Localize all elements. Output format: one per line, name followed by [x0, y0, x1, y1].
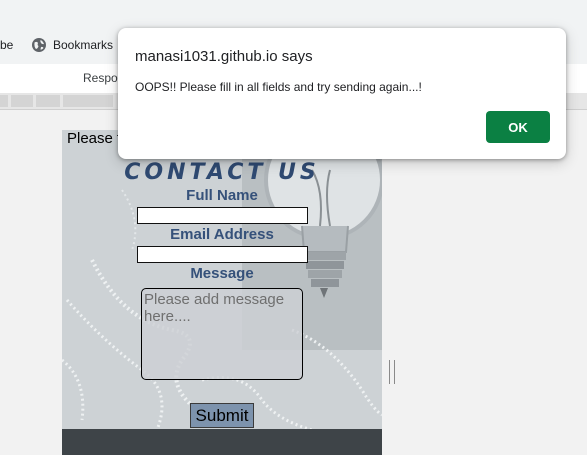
bookmark-item-partial[interactable]: be — [0, 38, 13, 52]
bookmarks-folder[interactable]: Bookmarks — [31, 37, 113, 53]
ruler-segment[interactable] — [0, 95, 8, 107]
alert-dialog: manasi1031.github.io says OOPS!! Please … — [118, 28, 566, 159]
footer-band — [62, 429, 382, 455]
name-label: Full Name — [186, 187, 258, 204]
viewport-resize-handle[interactable] — [389, 360, 395, 384]
globe-icon — [32, 38, 46, 52]
ruler-segment[interactable] — [36, 95, 60, 107]
alert-message: OOPS!! Please fill in all fields and try… — [135, 80, 422, 94]
page-viewport: Please f CONTACT US Full Name Email Addr… — [62, 130, 382, 455]
page-status-message: Please f — [67, 130, 122, 147]
ruler-segment[interactable] — [11, 95, 33, 107]
responsive-dropdown[interactable]: Respor — [83, 71, 122, 85]
ruler-segment[interactable] — [63, 95, 113, 107]
page-title: CONTACT US — [124, 160, 320, 185]
name-field[interactable] — [137, 207, 308, 224]
message-label: Message — [190, 265, 254, 282]
alert-origin: manasi1031.github.io says — [135, 48, 313, 65]
ok-button[interactable]: OK — [486, 111, 550, 143]
email-label: Email Address — [170, 226, 274, 243]
email-field[interactable] — [137, 246, 308, 263]
bookmarks-label: Bookmarks — [53, 38, 114, 52]
submit-button[interactable]: Submit — [190, 403, 254, 428]
message-textarea[interactable] — [141, 288, 303, 380]
